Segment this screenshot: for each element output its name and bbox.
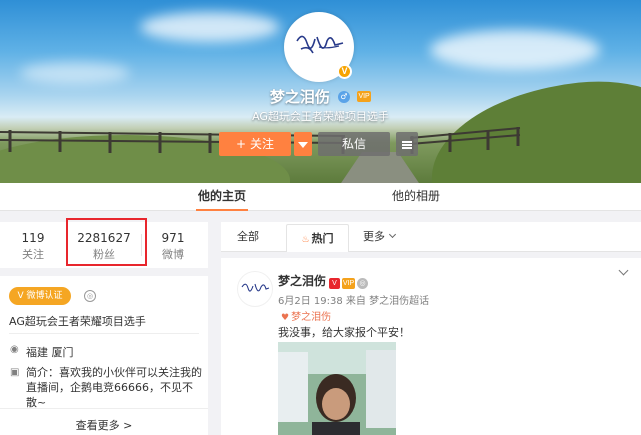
divider xyxy=(9,333,199,334)
more-menu-button[interactable] xyxy=(396,132,418,156)
post-options-chevron-icon[interactable] xyxy=(618,265,629,276)
post-topic[interactable]: ♥ 梦之泪伤 xyxy=(281,308,331,323)
verified-title: AG超玩会王者荣耀项目选手 xyxy=(9,315,146,328)
followers-highlight-box xyxy=(66,218,147,266)
stat-posts[interactable]: 971 微博 xyxy=(148,231,198,262)
filter-more[interactable]: 更多 xyxy=(363,222,397,252)
post-photo[interactable] xyxy=(278,342,396,435)
signature-avatar-image xyxy=(241,283,270,292)
chevron-down-icon xyxy=(388,230,397,239)
post-topic-label: 梦之泪伤 xyxy=(291,312,332,323)
bio-icon: ▣ xyxy=(10,367,20,378)
vip-icon[interactable]: VIP xyxy=(357,91,372,102)
filter-all[interactable]: 全部 xyxy=(237,222,259,252)
medal-icon[interactable]: ◎ xyxy=(84,290,96,302)
profile-banner: V 梦之泪伤 ♂ VIP AG超玩会王者荣耀项目选手 + 关注 私信 xyxy=(0,0,641,183)
follow-button[interactable]: + 关注 xyxy=(219,132,291,156)
profile-tabbar: 他的主页 他的相册 xyxy=(0,183,641,211)
stat-label: 微博 xyxy=(162,248,184,261)
verified-v-icon: V xyxy=(337,64,352,79)
stat-label: 关注 xyxy=(22,248,44,261)
verified-badge[interactable]: V 微博认证 xyxy=(9,287,71,305)
divider xyxy=(0,408,208,409)
location-text: 福建 厦门 xyxy=(26,346,74,359)
location-pin-icon: ◉ xyxy=(10,344,19,355)
post-author-badges: V VIP ◎ xyxy=(329,273,370,292)
profile-info-card: V 微博认证 ◎ AG超玩会王者荣耀项目选手 ◉ 福建 厦门 ▣ 简介：喜欢我的… xyxy=(0,276,208,435)
feed-filter-bar: 全部 ♨ 热门 更多 xyxy=(221,222,641,252)
post-author-name[interactable]: 梦之泪伤 xyxy=(278,272,326,289)
filter-more-label: 更多 xyxy=(363,230,385,243)
follow-options-button[interactable] xyxy=(294,132,312,156)
banner-cloud xyxy=(430,30,600,70)
stat-value: 119 xyxy=(21,231,45,245)
banner-cloud xyxy=(140,12,280,42)
filter-hot[interactable]: ♨ 热门 xyxy=(286,224,349,252)
divider xyxy=(221,251,641,252)
tab-album[interactable]: 他的相册 xyxy=(390,183,442,211)
verified-v-icon: V xyxy=(17,291,24,301)
heart-icon: ♥ xyxy=(281,313,290,323)
caret-down-icon xyxy=(298,141,308,148)
post-author-avatar[interactable] xyxy=(237,271,273,307)
verified-badge-label: 微博认证 xyxy=(26,291,63,301)
message-button[interactable]: 私信 xyxy=(318,132,390,156)
stat-value: 971 xyxy=(161,231,185,245)
fire-icon: ♨ xyxy=(301,235,310,245)
signature-avatar-image xyxy=(296,35,344,54)
tab-home[interactable]: 他的主页 xyxy=(196,183,248,211)
hamburger-icon xyxy=(402,140,412,149)
vip-icon[interactable]: VIP xyxy=(342,278,355,289)
stat-following[interactable]: 119 关注 xyxy=(8,231,58,262)
profile-description: AG超玩会王者荣耀项目选手 xyxy=(252,110,389,123)
profile-name-row: 梦之泪伤 ♂ VIP xyxy=(0,86,641,107)
post-text: 我没事，给大家报个平安！ xyxy=(278,326,410,339)
banner-cloud xyxy=(20,62,130,84)
bio-text: 简介：喜欢我的小伙伴可以关注我的直播间，企鹅电竞66666，不见不散~ xyxy=(26,366,202,409)
post-meta[interactable]: 6月2日 19:38 来自 梦之泪伤超话 xyxy=(278,292,429,307)
follow-label: 关注 xyxy=(249,137,274,151)
profile-name: 梦之泪伤 xyxy=(269,88,330,106)
feed-post: 梦之泪伤 V VIP ◎ 6月2日 19:38 来自 梦之泪伤超话 ♥ 梦之泪伤 我没… xyxy=(221,258,641,435)
male-gender-icon: ♂ xyxy=(338,90,350,103)
verified-v-icon: V xyxy=(329,278,340,289)
filter-hot-label: 热门 xyxy=(311,232,334,245)
banner-path xyxy=(335,152,425,183)
plus-icon: + xyxy=(236,137,247,151)
view-more-link[interactable]: 查看更多 > xyxy=(0,417,208,433)
medal-icon[interactable]: ◎ xyxy=(357,278,368,289)
post-photo-image xyxy=(278,342,396,435)
